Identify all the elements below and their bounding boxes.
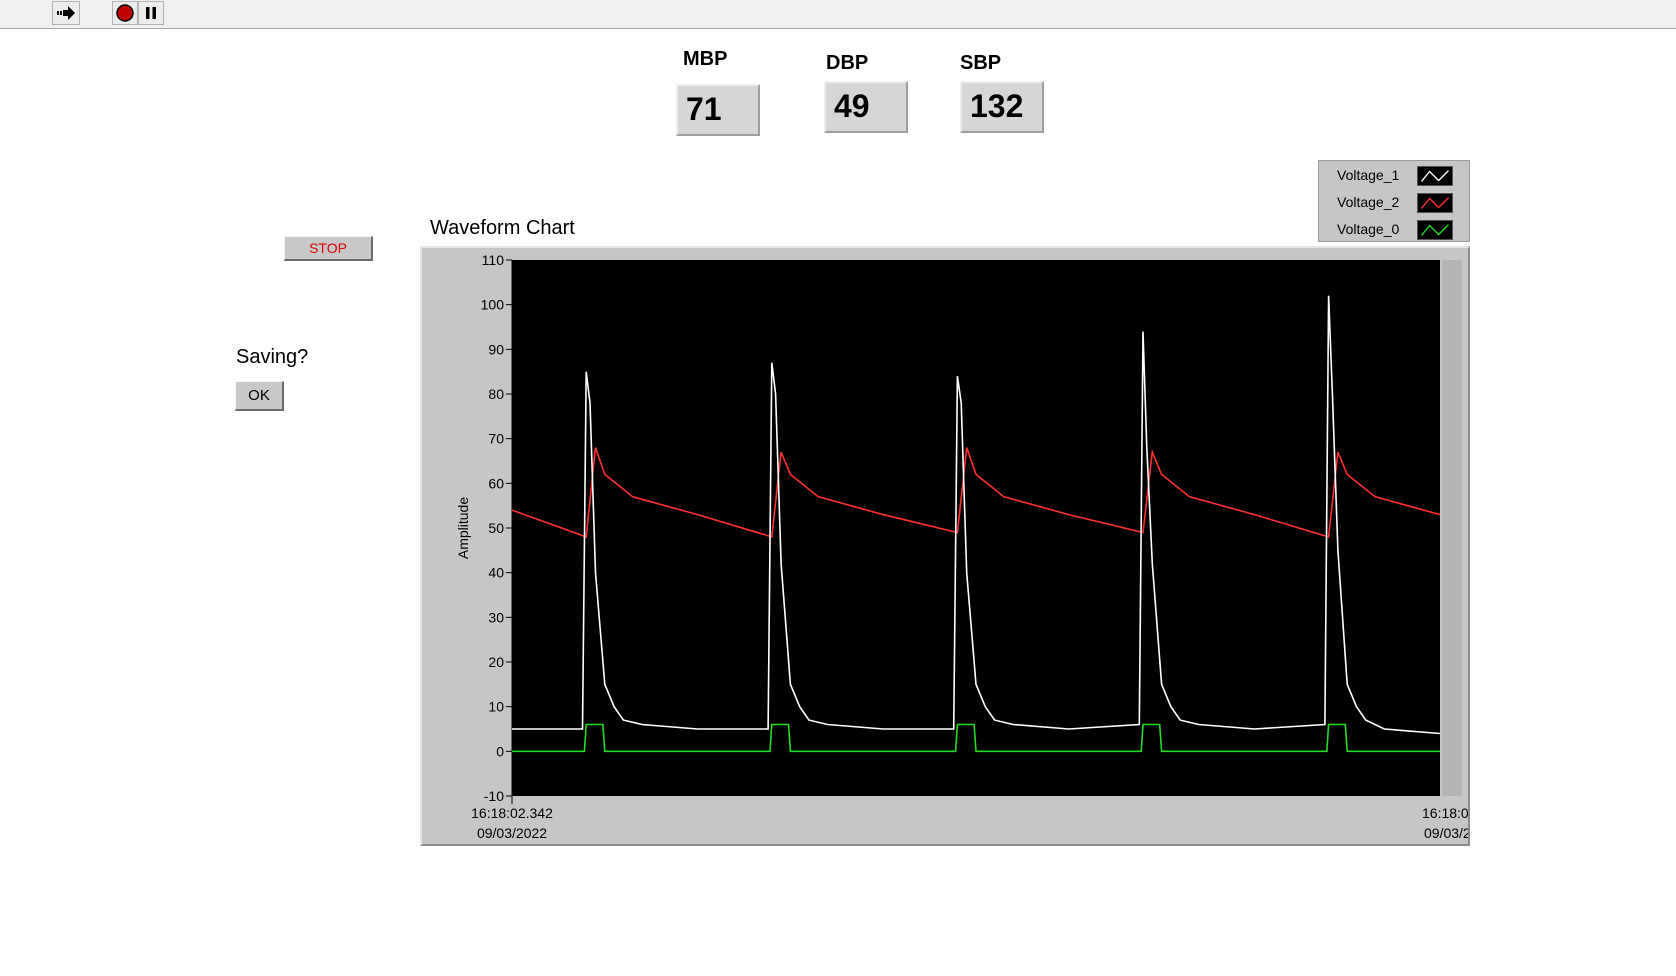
y-tick-label: 10 bbox=[488, 699, 504, 715]
legend-item-voltage-2[interactable]: Voltage_2 bbox=[1319, 190, 1471, 216]
y-tick-label: 40 bbox=[488, 565, 504, 581]
y-tick-label: -10 bbox=[484, 788, 504, 804]
x-start-date: 09/03/2022 bbox=[477, 825, 547, 841]
y-tick-label: 60 bbox=[488, 475, 504, 491]
y-tick-label: 20 bbox=[488, 654, 504, 670]
y-tick-label: 90 bbox=[488, 341, 504, 357]
saving-label: Saving? bbox=[236, 346, 309, 368]
abort-icon bbox=[116, 4, 134, 22]
run-arrow-icon bbox=[57, 6, 75, 20]
y-tick-label: 110 bbox=[482, 252, 505, 268]
chart-title: Waveform Chart bbox=[430, 217, 575, 239]
y-tick-label: 70 bbox=[488, 431, 504, 447]
ok-button[interactable]: OK bbox=[235, 381, 284, 411]
chart-scrollbar[interactable] bbox=[1442, 260, 1462, 796]
stop-button[interactable]: STOP bbox=[284, 236, 373, 261]
x-end-date: 09/03/2022 bbox=[1424, 825, 1468, 841]
stop-button-label: STOP bbox=[309, 240, 347, 256]
y-tick-label: 80 bbox=[488, 386, 504, 402]
y-tick-label: 0 bbox=[496, 743, 504, 759]
pause-button[interactable] bbox=[138, 1, 164, 25]
sbp-indicator: 132 bbox=[960, 81, 1044, 133]
chart-svg: 1101009080706050403020100-10 Amplitude 1… bbox=[455, 252, 1468, 841]
run-button[interactable] bbox=[52, 1, 80, 25]
legend-swatch-icon bbox=[1417, 193, 1453, 213]
abort-button[interactable] bbox=[112, 1, 138, 25]
sbp-label: SBP bbox=[960, 52, 1002, 74]
dbp-label: DBP bbox=[826, 52, 869, 74]
legend-item-voltage-1[interactable]: Voltage_1 bbox=[1319, 163, 1471, 189]
pause-icon bbox=[146, 7, 156, 19]
dbp-indicator: 49 bbox=[824, 81, 908, 133]
legend-label: Voltage_2 bbox=[1337, 194, 1400, 210]
toolbar bbox=[0, 0, 1676, 29]
y-axis-label: Amplitude bbox=[455, 497, 471, 559]
legend-label: Voltage_1 bbox=[1337, 167, 1400, 183]
chart-legend[interactable]: Voltage_1 Voltage_2 Voltage_0 bbox=[1318, 160, 1470, 242]
legend-item-voltage-0[interactable]: Voltage_0 bbox=[1319, 217, 1471, 243]
y-tick-label: 50 bbox=[488, 520, 504, 536]
y-axis: 1101009080706050403020100-10 bbox=[481, 252, 513, 804]
legend-swatch-icon bbox=[1417, 166, 1453, 186]
mbp-label: MBP bbox=[683, 48, 728, 70]
legend-swatch-icon bbox=[1417, 220, 1453, 240]
y-tick-label: 30 bbox=[488, 609, 504, 625]
y-tick-label: 100 bbox=[481, 297, 505, 313]
mbp-indicator: 71 bbox=[676, 84, 760, 136]
x-end-time: 16:18:07.34 bbox=[1422, 805, 1468, 821]
waveform-chart[interactable]: 110 100 90 80 70 60 50 40 30 20 10 0 -10 Amplitude 1… bbox=[420, 246, 1470, 846]
ok-button-label: OK bbox=[248, 387, 270, 404]
legend-label: Voltage_0 bbox=[1337, 221, 1400, 237]
x-start-time: 16:18:02.342 bbox=[471, 805, 553, 821]
